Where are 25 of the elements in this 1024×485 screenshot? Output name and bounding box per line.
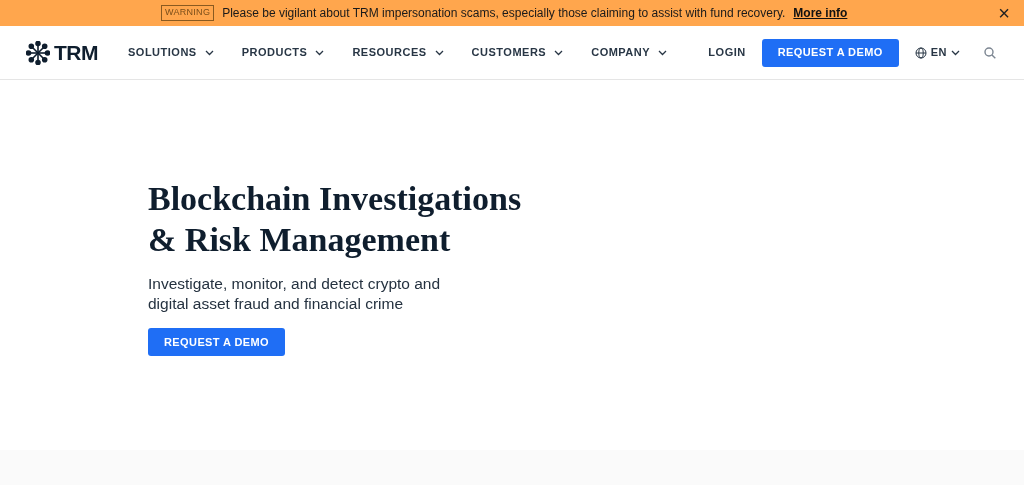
nav-menu-item[interactable]: SOLUTIONS bbox=[128, 44, 214, 61]
warning-tag: WARNING bbox=[160, 5, 215, 21]
language-selector[interactable]: EN bbox=[914, 44, 960, 61]
chevron-down-icon bbox=[554, 49, 564, 56]
request-demo-button[interactable]: REQUEST A DEMO bbox=[761, 38, 899, 67]
logo-icon bbox=[26, 40, 50, 65]
nav-menu-item[interactable]: PRODUCTS bbox=[241, 44, 325, 61]
nav-menu-item[interactable]: RESOURCES bbox=[352, 44, 444, 61]
request-demo-button[interactable]: REQUEST A DEMO bbox=[148, 328, 285, 356]
search-icon[interactable] bbox=[984, 46, 996, 59]
close-button[interactable]: × bbox=[996, 3, 1012, 23]
chevron-down-icon bbox=[951, 49, 960, 56]
logo-text: TRM bbox=[54, 39, 98, 66]
login-link[interactable]: LOGIN bbox=[708, 44, 746, 61]
chevron-down-icon bbox=[315, 49, 325, 56]
warning-message: Please be vigilant about TRM impersonation scams, especially those claiming to assist with fund recovery. bbox=[222, 5, 786, 22]
globe-icon bbox=[914, 46, 927, 59]
hero-headline: Blockchain Investigations & Risk Management bbox=[148, 179, 523, 260]
hero-subtitle: Investigate, monitor, and detect crypto and digital asset fraud and financial crime bbox=[148, 274, 442, 314]
chevron-down-icon bbox=[434, 49, 444, 56]
more-info-link[interactable]: More info bbox=[793, 4, 848, 22]
nav-menu-item[interactable]: CUSTOMERS bbox=[471, 44, 564, 61]
chevron-down-icon bbox=[658, 49, 668, 56]
nav-menu-item[interactable]: COMPANY bbox=[591, 44, 668, 61]
chevron-down-icon bbox=[204, 49, 214, 56]
